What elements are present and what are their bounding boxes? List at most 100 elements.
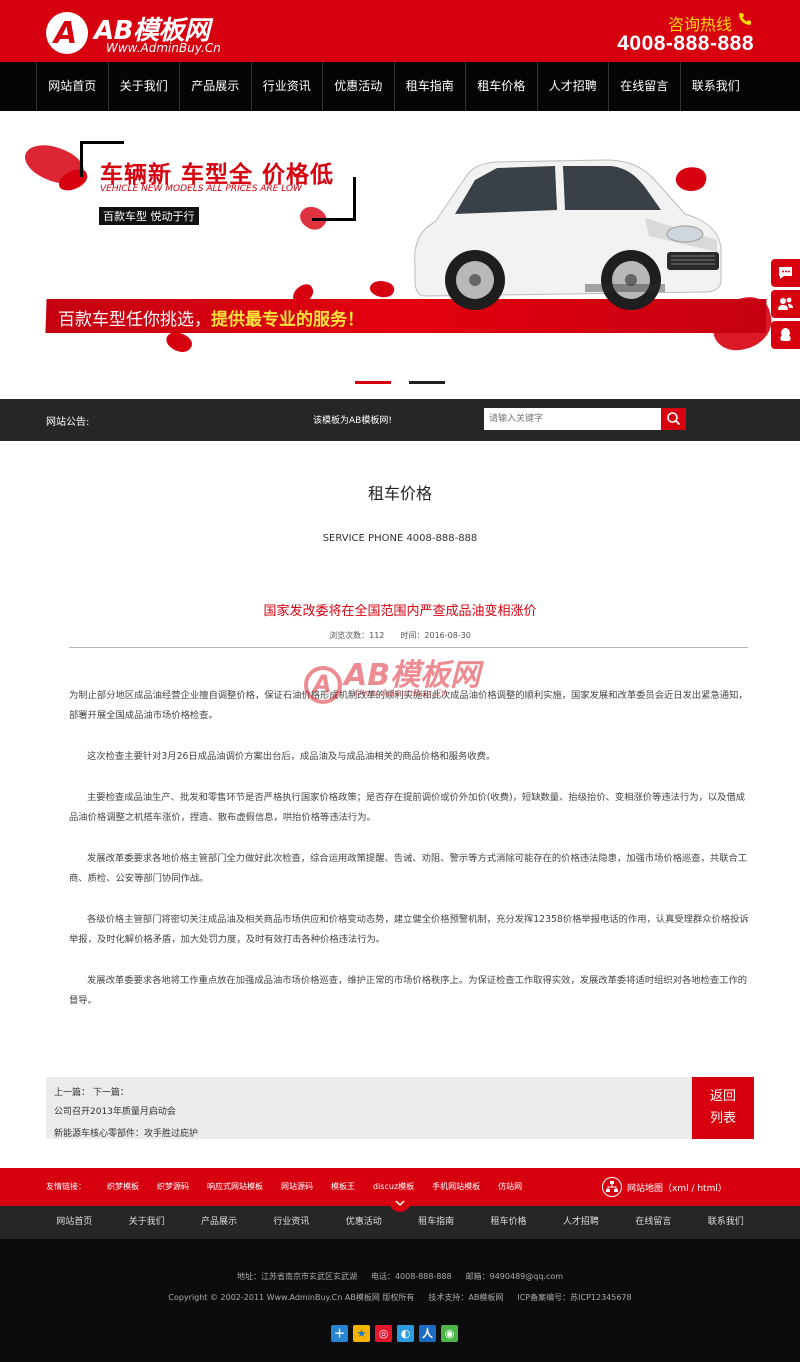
article-views: 浏览次数：112 xyxy=(329,631,385,640)
banner-tagline: 百款车型 悦动于行 xyxy=(99,207,199,225)
footer-support[interactable]: 技术支持：AB模板网 xyxy=(428,1293,503,1302)
footer-nav-promotions[interactable]: 优惠活动 xyxy=(328,1206,400,1238)
prev-next-label: 上一篇： 下一篇： xyxy=(54,1088,129,1098)
slogan-main: 百款车型任你挑选， xyxy=(58,310,211,330)
slogan-highlight: 提供最专业的服务！ xyxy=(211,310,364,330)
chat-icon xyxy=(779,267,792,279)
float-users-button[interactable] xyxy=(771,290,800,318)
footer-address: 地址：江苏省南京市玄武区玄武湖 xyxy=(236,1272,357,1281)
friend-link[interactable]: 仿站网 xyxy=(498,1181,522,1192)
share-buttons: ＋ ★ ◎ ◐ 人 ◉ xyxy=(331,1325,463,1342)
friend-link[interactable]: discuz模板 xyxy=(373,1181,414,1192)
watermark-logo: A AB模板网 Www.AdminBuy.Cn xyxy=(304,646,504,716)
article-title: 国家发改委将在全国范围内严查成品油变相涨价 xyxy=(263,604,537,619)
hero-banner[interactable]: 车辆新 车型全 价格低 VEHICLE NEW MODELS ALL PRICE… xyxy=(0,111,800,399)
slide-indicator-2[interactable] xyxy=(409,381,445,384)
search-button[interactable] xyxy=(661,408,686,430)
tencent-weibo-icon[interactable]: ◐ xyxy=(397,1325,414,1342)
article-paragraph: 主要检查成品油生产、批发和零售环节是否严格执行国家价格政策；是否存在提前调价或价… xyxy=(69,792,746,823)
notice-bar: 网站公告: 该模板为AB模板网! xyxy=(0,399,800,441)
float-qq-button[interactable] xyxy=(771,321,800,349)
qq-icon xyxy=(780,328,791,341)
footer-phone: 电话：4008-888-888 xyxy=(370,1272,452,1281)
renren-icon[interactable]: 人 xyxy=(419,1325,436,1342)
footer-nav-message[interactable]: 在线留言 xyxy=(617,1206,689,1238)
weibo-icon[interactable]: ◎ xyxy=(375,1325,392,1342)
nav-item-rental-price[interactable]: 租车价格 xyxy=(465,62,537,111)
site-header: A AB模板网 Www.AdminBuy.Cn 咨询热线 4008-888-88… xyxy=(0,0,800,62)
logo-url: Www.AdminBuy.Cn xyxy=(106,41,221,55)
prev-article-link[interactable]: 公司召开2013年质量月启动会 xyxy=(54,1104,176,1117)
footer-contact: 地址：江苏省南京市玄武区玄武湖 电话：4008-888-888 邮箱：9490489… xyxy=(0,1271,800,1282)
nav-item-news[interactable]: 行业资讯 xyxy=(250,62,323,111)
friend-link[interactable]: 模板王 xyxy=(331,1181,355,1192)
nav-item-home[interactable]: 网站首页 xyxy=(36,62,108,111)
friend-links-label: 友情链接： xyxy=(46,1182,86,1191)
float-chat-button[interactable] xyxy=(771,259,800,287)
notice-text[interactable]: 该模板为AB模板网! xyxy=(313,413,392,426)
footer-email: 邮箱：9490489@qq.com xyxy=(465,1272,564,1281)
logo-mark: A xyxy=(46,12,88,54)
footer-nav-home[interactable]: 网站首页 xyxy=(38,1206,110,1238)
footer-nav-products[interactable]: 产品展示 xyxy=(183,1206,255,1238)
notice-label: 网站公告: xyxy=(46,417,90,428)
friend-link[interactable]: 响应式网站模板 xyxy=(207,1181,263,1192)
footer-nav-about[interactable]: 关于我们 xyxy=(110,1206,182,1238)
article-paragraph: 发展改革委要求各地价格主管部门全力做好此次检查，综合运用政策提醒、告诫、劝阻、警… xyxy=(69,853,748,884)
back-to-list-button[interactable]: 返回 列表 xyxy=(692,1077,754,1139)
car-image xyxy=(414,159,722,310)
watermark-url: Www.AdminBuy.Cn xyxy=(352,688,448,699)
plus-share-icon[interactable]: ＋ xyxy=(331,1325,348,1342)
article-paragraph: 各级价格主管部门将密切关注成品油及相关商品市场供应和价格变动态势，建立健全价格预… xyxy=(69,914,749,945)
qzone-icon[interactable]: ★ xyxy=(353,1325,370,1342)
watermark-mark: A xyxy=(304,666,342,704)
footer-nav-contact[interactable]: 联系我们 xyxy=(690,1206,762,1238)
nav-item-promotions[interactable]: 优惠活动 xyxy=(322,62,394,111)
article-body: 为制止部分地区成品油经营企业擅自调整价格，保证石油价格形成机制改革的顺利实施和此… xyxy=(69,686,749,1032)
footer-copyright: Copyright © 2002-2011 Www.AdminBuy.Cn AB… xyxy=(168,1293,415,1302)
back-label-1: 返回 xyxy=(709,1089,736,1104)
site-footer: 地址：江苏省南京市玄武区玄武湖 电话：4008-888-888 邮箱：9490489… xyxy=(0,1239,800,1362)
petal-decoration xyxy=(368,278,396,300)
main-nav: 网站首页 关于我们 产品展示 行业资讯 优惠活动 租车指南 租车价格 人才招聘 … xyxy=(0,62,800,111)
sitemap-icon xyxy=(602,1177,622,1197)
footer-nav-news[interactable]: 行业资讯 xyxy=(255,1206,327,1238)
nav-item-about[interactable]: 关于我们 xyxy=(107,62,180,111)
friend-link[interactable]: 网站源码 xyxy=(281,1181,313,1192)
sitemap-link[interactable]: 网站地图（xml / html） xyxy=(627,1181,727,1194)
page-title: 租车价格 xyxy=(367,484,432,503)
hotline-number: 4008-888-888 xyxy=(617,32,754,55)
footer-nav-rental-price[interactable]: 租车价格 xyxy=(472,1206,544,1238)
footer-copyright-line: Copyright © 2002-2011 Www.AdminBuy.Cn AB… xyxy=(0,1292,800,1303)
friend-link[interactable]: 织梦模板 xyxy=(107,1181,139,1192)
nav-item-jobs[interactable]: 人才招聘 xyxy=(536,62,609,111)
article-meta: 浏览次数：112 时间：2016-08-30 xyxy=(0,630,800,641)
next-article-link[interactable]: 新能源车核心零部件：攻手胜过庇护 xyxy=(54,1126,198,1139)
banner-headline-en: VEHICLE NEW MODELS ALL PRICES ARE LOW xyxy=(100,184,302,194)
friend-links: 织梦模板 织梦源码 响应式网站模板 网站源码 模板王 discuz模板 手机网站… xyxy=(107,1181,540,1192)
wechat-icon[interactable]: ◉ xyxy=(441,1325,458,1342)
phone-icon xyxy=(738,12,754,28)
friend-link[interactable]: 织梦源码 xyxy=(157,1181,189,1192)
article-paragraph: 这次检查主要针对3月26日成品油调价方案出台后，成品油及与成品油相关的商品价格和… xyxy=(87,751,496,762)
footer-nav-jobs[interactable]: 人才招聘 xyxy=(545,1206,617,1238)
nav-item-rental-guide[interactable]: 租车指南 xyxy=(393,62,466,111)
slide-indicator-1[interactable] xyxy=(355,381,391,384)
article-date: 时间：2016-08-30 xyxy=(400,631,471,640)
back-label-2: 列表 xyxy=(709,1111,736,1126)
banner-slogan: 百款车型任你挑选，提供最专业的服务！ xyxy=(58,305,364,330)
users-icon xyxy=(778,297,793,310)
prev-next-box: 上一篇： 下一篇： 公司召开2013年质量月启动会 新能源车核心零部件：攻手胜过… xyxy=(46,1077,692,1139)
footer-nav-rental-guide[interactable]: 租车指南 xyxy=(400,1206,472,1238)
article-paragraph: 发展改革委要求各地将工作重点放在加强成品油市场价格巡查，维护正常的市场价格秩序上… xyxy=(69,975,748,1006)
search-icon xyxy=(667,412,681,426)
friend-link[interactable]: 手机网站模板 xyxy=(432,1181,480,1192)
footer-icp[interactable]: ICP备案编号：苏ICP12345678 xyxy=(517,1293,631,1302)
search-input[interactable] xyxy=(484,408,661,430)
footer-nav: 网站首页 关于我们 产品展示 行业资讯 优惠活动 租车指南 租车价格 人才招聘 … xyxy=(0,1198,800,1239)
service-phone: SERVICE PHONE 4008-888-888 xyxy=(322,533,478,544)
nav-item-products[interactable]: 产品展示 xyxy=(179,62,251,111)
nav-item-message[interactable]: 在线留言 xyxy=(608,62,680,111)
nav-item-contact[interactable]: 联系我们 xyxy=(679,62,752,111)
site-logo[interactable]: A AB模板网 Www.AdminBuy.Cn xyxy=(46,10,246,56)
